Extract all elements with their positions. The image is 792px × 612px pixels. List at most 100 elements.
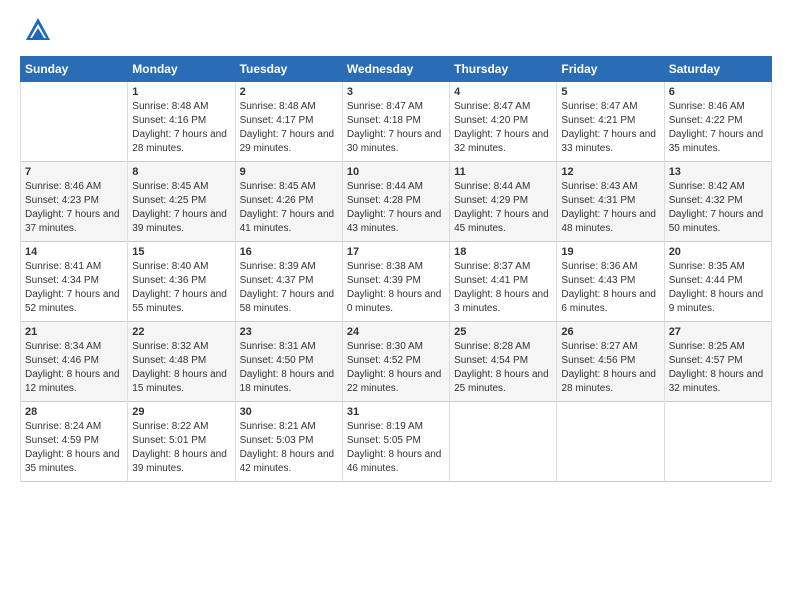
day-number: 29 — [132, 406, 230, 418]
day-cell — [450, 402, 557, 482]
day-number: 15 — [132, 246, 230, 258]
day-number: 5 — [561, 86, 659, 98]
day-number: 21 — [25, 326, 123, 338]
day-number: 6 — [669, 86, 767, 98]
day-number: 3 — [347, 86, 445, 98]
header — [20, 16, 772, 44]
day-cell: 26Sunrise: 8:27 AMSunset: 4:56 PMDayligh… — [557, 322, 664, 402]
day-number: 24 — [347, 326, 445, 338]
week-row-0: 1 Sunrise: 8:48 AMSunset: 4:16 PMDaylight… — [21, 82, 772, 162]
day-cell: 6 Sunrise: 8:46 AMSunset: 4:22 PMDaylight… — [664, 82, 771, 162]
day-info: Sunrise: 8:48 AMSunset: 4:17 PMDaylight:… — [240, 100, 338, 156]
day-cell: 24 Sunrise: 8:30 AMSunset: 4:52 PMDayligh… — [342, 322, 449, 402]
day-cell — [664, 402, 771, 482]
day-number: 30 — [240, 406, 338, 418]
day-cell — [21, 82, 128, 162]
day-info: Sunrise: 8:19 AMSunset: 5:05 PMDaylight:… — [347, 420, 445, 476]
day-info: Sunrise: 8:42 AMSunset: 4:32 PMDaylight:… — [669, 180, 767, 236]
day-info: Sunrise: 8:47 AMSunset: 4:18 PMDaylight:… — [347, 100, 445, 156]
header-monday: Monday — [128, 57, 235, 82]
day-info: Sunrise: 8:44 AMSunset: 4:29 PMDaylight:… — [454, 180, 552, 236]
day-cell: 13 Sunrise: 8:42 AMSunset: 4:32 PMDayligh… — [664, 162, 771, 242]
day-cell: 20 Sunrise: 8:35 AMSunset: 4:44 PMDayligh… — [664, 242, 771, 322]
day-info: Sunrise: 8:46 AMSunset: 4:23 PMDaylight:… — [25, 180, 123, 236]
header-wednesday: Wednesday — [342, 57, 449, 82]
day-cell: 10Sunrise: 8:44 AMSunset: 4:28 PMDayligh… — [342, 162, 449, 242]
header-tuesday: Tuesday — [235, 57, 342, 82]
day-number: 28 — [25, 406, 123, 418]
day-info: Sunrise: 8:34 AMSunset: 4:46 PMDaylight:… — [25, 340, 123, 396]
day-info: Sunrise: 8:46 AMSunset: 4:22 PMDaylight:… — [669, 100, 767, 156]
day-info: Sunrise: 8:28 AMSunset: 4:54 PMDaylight:… — [454, 340, 552, 396]
header-thursday: Thursday — [450, 57, 557, 82]
day-number: 20 — [669, 246, 767, 258]
day-info: Sunrise: 8:36 AMSunset: 4:43 PMDaylight:… — [561, 260, 659, 316]
week-row-1: 7Sunrise: 8:46 AMSunset: 4:23 PMDaylight… — [21, 162, 772, 242]
day-number: 1 — [132, 86, 230, 98]
day-info: Sunrise: 8:40 AMSunset: 4:36 PMDaylight:… — [132, 260, 230, 316]
week-row-2: 14 Sunrise: 8:41 AMSunset: 4:34 PMDayligh… — [21, 242, 772, 322]
header-saturday: Saturday — [664, 57, 771, 82]
day-cell: 8Sunrise: 8:45 AMSunset: 4:25 PMDaylight… — [128, 162, 235, 242]
day-cell: 3 Sunrise: 8:47 AMSunset: 4:18 PMDaylight… — [342, 82, 449, 162]
day-info: Sunrise: 8:38 AMSunset: 4:39 PMDaylight:… — [347, 260, 445, 316]
day-number: 13 — [669, 166, 767, 178]
day-cell: 21 Sunrise: 8:34 AMSunset: 4:46 PMDayligh… — [21, 322, 128, 402]
day-info: Sunrise: 8:45 AMSunset: 4:25 PMDaylight:… — [132, 180, 230, 236]
week-row-3: 21 Sunrise: 8:34 AMSunset: 4:46 PMDayligh… — [21, 322, 772, 402]
day-cell: 12Sunrise: 8:43 AMSunset: 4:31 PMDayligh… — [557, 162, 664, 242]
day-info: Sunrise: 8:30 AMSunset: 4:52 PMDaylight:… — [347, 340, 445, 396]
day-cell: 28 Sunrise: 8:24 AMSunset: 4:59 PMDayligh… — [21, 402, 128, 482]
day-info: Sunrise: 8:22 AMSunset: 5:01 PMDaylight:… — [132, 420, 230, 476]
day-number: 18 — [454, 246, 552, 258]
day-cell: 4Sunrise: 8:47 AMSunset: 4:20 PMDaylight… — [450, 82, 557, 162]
day-cell: 31Sunrise: 8:19 AMSunset: 5:05 PMDayligh… — [342, 402, 449, 482]
day-number: 11 — [454, 166, 552, 178]
day-cell: 1 Sunrise: 8:48 AMSunset: 4:16 PMDaylight… — [128, 82, 235, 162]
day-info: Sunrise: 8:35 AMSunset: 4:44 PMDaylight:… — [669, 260, 767, 316]
day-info: Sunrise: 8:41 AMSunset: 4:34 PMDaylight:… — [25, 260, 123, 316]
day-number: 12 — [561, 166, 659, 178]
day-number: 23 — [240, 326, 338, 338]
day-number: 25 — [454, 326, 552, 338]
day-cell: 15 Sunrise: 8:40 AMSunset: 4:36 PMDayligh… — [128, 242, 235, 322]
day-info: Sunrise: 8:47 AMSunset: 4:21 PMDaylight:… — [561, 100, 659, 156]
header-sunday: Sunday — [21, 57, 128, 82]
day-cell: 9 Sunrise: 8:45 AMSunset: 4:26 PMDaylight… — [235, 162, 342, 242]
day-cell: 7Sunrise: 8:46 AMSunset: 4:23 PMDaylight… — [21, 162, 128, 242]
day-number: 9 — [240, 166, 338, 178]
header-row: Sunday Monday Tuesday Wednesday Thursday… — [21, 57, 772, 82]
day-number: 14 — [25, 246, 123, 258]
day-cell: 29 Sunrise: 8:22 AMSunset: 5:01 PMDayligh… — [128, 402, 235, 482]
day-info: Sunrise: 8:32 AMSunset: 4:48 PMDaylight:… — [132, 340, 230, 396]
logo — [20, 16, 52, 44]
header-friday: Friday — [557, 57, 664, 82]
day-cell: 17 Sunrise: 8:38 AMSunset: 4:39 PMDayligh… — [342, 242, 449, 322]
day-cell: 11 Sunrise: 8:44 AMSunset: 4:29 PMDayligh… — [450, 162, 557, 242]
day-cell: 18 Sunrise: 8:37 AMSunset: 4:41 PMDayligh… — [450, 242, 557, 322]
day-info: Sunrise: 8:47 AMSunset: 4:20 PMDaylight:… — [454, 100, 552, 156]
day-cell — [557, 402, 664, 482]
day-cell: 25 Sunrise: 8:28 AMSunset: 4:54 PMDayligh… — [450, 322, 557, 402]
day-info: Sunrise: 8:27 AMSunset: 4:56 PMDaylight:… — [561, 340, 659, 396]
day-cell: 22Sunrise: 8:32 AMSunset: 4:48 PMDayligh… — [128, 322, 235, 402]
day-number: 19 — [561, 246, 659, 258]
day-cell: 27Sunrise: 8:25 AMSunset: 4:57 PMDayligh… — [664, 322, 771, 402]
day-info: Sunrise: 8:31 AMSunset: 4:50 PMDaylight:… — [240, 340, 338, 396]
day-cell: 30 Sunrise: 8:21 AMSunset: 5:03 PMDayligh… — [235, 402, 342, 482]
day-number: 2 — [240, 86, 338, 98]
day-cell: 14 Sunrise: 8:41 AMSunset: 4:34 PMDayligh… — [21, 242, 128, 322]
day-number: 16 — [240, 246, 338, 258]
day-number: 10 — [347, 166, 445, 178]
logo-icon — [24, 16, 52, 44]
day-number: 27 — [669, 326, 767, 338]
day-number: 17 — [347, 246, 445, 258]
day-cell: 16 Sunrise: 8:39 AMSunset: 4:37 PMDayligh… — [235, 242, 342, 322]
day-info: Sunrise: 8:48 AMSunset: 4:16 PMDaylight:… — [132, 100, 230, 156]
day-info: Sunrise: 8:21 AMSunset: 5:03 PMDaylight:… — [240, 420, 338, 476]
day-info: Sunrise: 8:24 AMSunset: 4:59 PMDaylight:… — [25, 420, 123, 476]
day-info: Sunrise: 8:37 AMSunset: 4:41 PMDaylight:… — [454, 260, 552, 316]
day-info: Sunrise: 8:39 AMSunset: 4:37 PMDaylight:… — [240, 260, 338, 316]
day-info: Sunrise: 8:45 AMSunset: 4:26 PMDaylight:… — [240, 180, 338, 236]
week-row-4: 28 Sunrise: 8:24 AMSunset: 4:59 PMDayligh… — [21, 402, 772, 482]
